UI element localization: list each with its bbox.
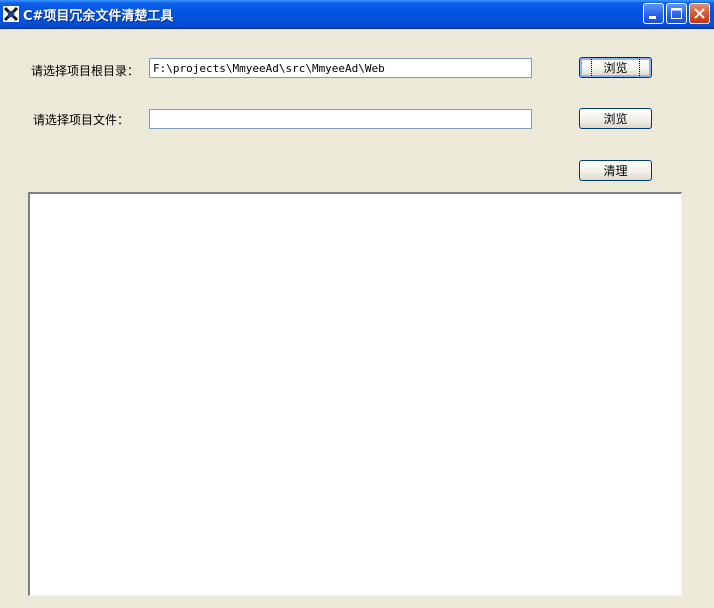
project-file-label: 请选择项目文件： — [33, 113, 130, 127]
maximize-button[interactable] — [666, 3, 687, 24]
minimize-icon — [649, 16, 656, 19]
browse-file-button[interactable]: 浏览 — [579, 108, 652, 129]
clean-label: 清理 — [603, 164, 628, 178]
minimize-button[interactable] — [643, 3, 664, 24]
clean-button[interactable]: 清理 — [579, 160, 652, 181]
title-bar[interactable]: C#项目冗余文件清楚工具 — [0, 0, 714, 29]
root-dir-label: 请选择项目根目录： — [31, 64, 140, 78]
main-window: C#项目冗余文件清楚工具 请选择项目根目录： 浏览 请选择项目文件： 浏览 清理 — [0, 0, 714, 608]
root-dir-input[interactable] — [149, 58, 532, 78]
output-list[interactable] — [28, 192, 682, 596]
project-file-input[interactable] — [149, 109, 532, 129]
window-title: C#项目冗余文件清楚工具 — [23, 9, 174, 24]
close-button[interactable] — [689, 3, 710, 24]
maximize-icon — [671, 8, 682, 19]
browse-root-button[interactable]: 浏览 — [579, 57, 652, 78]
close-icon — [694, 8, 705, 19]
browse-root-label: 浏览 — [591, 57, 640, 78]
browse-file-label: 浏览 — [603, 112, 628, 126]
app-x-icon — [3, 6, 19, 22]
